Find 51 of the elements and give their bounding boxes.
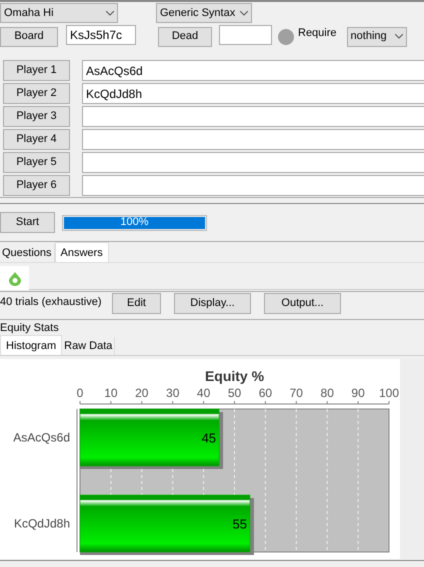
category-label: AsAcQs6d [13, 430, 70, 444]
player-button[interactable]: Player 6 [3, 175, 70, 196]
hand-field[interactable] [82, 129, 424, 150]
player-button[interactable]: Player 5 [3, 152, 70, 173]
tick-label: 90 [351, 386, 365, 400]
player-button[interactable]: Player 4 [3, 129, 70, 150]
start-button[interactable]: Start [0, 212, 55, 233]
progress-reading: 100% [119, 216, 150, 230]
tick-label: 0 [76, 386, 84, 400]
tab[interactable]: Raw Data [62, 337, 116, 355]
tick-label: 50 [228, 386, 242, 400]
hand-field[interactable] [82, 152, 424, 173]
caret-icon [240, 10, 248, 16]
player-button[interactable]: Player 3 [3, 106, 70, 127]
status-light-icon [278, 28, 294, 44]
syntax-dropdown[interactable]: Generic Syntax [156, 3, 252, 23]
tick-label: 10 [104, 386, 118, 400]
dead-button[interactable]: Dead [158, 26, 212, 46]
section-title: Equity Stats [0, 321, 60, 335]
drop-icon [8, 270, 22, 286]
category-label: KcQdJd8h [14, 516, 70, 530]
hand-field[interactable]: KcQdJd8h [82, 83, 424, 104]
tick-label: 40 [196, 386, 210, 400]
tab[interactable]: Questions [0, 244, 55, 262]
tab[interactable]: Answers [54, 242, 109, 262]
hand-field[interactable] [82, 106, 424, 127]
game-dropdown[interactable]: Omaha Hi [0, 3, 118, 23]
tick-label: 70 [290, 386, 303, 400]
action-button[interactable]: Edit [112, 293, 161, 314]
trials-label: 40 trials (exhaustive) [0, 295, 102, 310]
tab[interactable]: Histogram [0, 335, 62, 355]
action-button[interactable]: Output... [264, 293, 341, 314]
caret-icon [394, 34, 403, 39]
tick-label: 60 [258, 386, 272, 400]
require-label: Require [298, 26, 337, 41]
hand-field[interactable]: AsAcQs6d [82, 60, 424, 81]
player-button[interactable]: Player 1 [3, 60, 70, 81]
dead-field[interactable] [219, 25, 272, 45]
tick-label: 20 [135, 386, 148, 400]
board-field[interactable]: KsJs5h7c [66, 25, 136, 45]
require-dropdown[interactable]: nothing [346, 26, 407, 46]
caret-icon [106, 10, 114, 16]
board-button[interactable]: Board [0, 26, 58, 46]
tick-label: 30 [166, 386, 180, 400]
chart-title: Equity % [204, 368, 264, 384]
player-button[interactable]: Player 2 [3, 83, 70, 104]
tick-label: 100 [378, 386, 400, 400]
tick-label: 80 [320, 386, 334, 400]
hand-field[interactable] [82, 175, 424, 196]
action-button[interactable]: Display... [174, 293, 251, 314]
equity-tab[interactable] [0, 266, 29, 290]
